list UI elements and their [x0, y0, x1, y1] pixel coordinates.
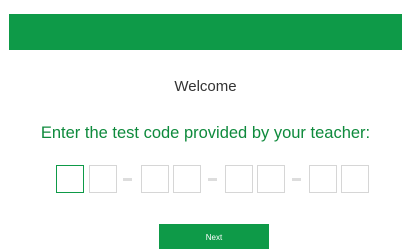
code-digit-8[interactable] — [341, 165, 369, 193]
next-button[interactable]: Next — [159, 224, 269, 249]
code-separator — [123, 178, 132, 181]
code-digit-7[interactable] — [309, 165, 337, 193]
header-bar — [9, 14, 402, 50]
code-digit-1[interactable] — [56, 165, 84, 193]
code-separator — [208, 178, 217, 181]
test-code-prompt: Enter the test code provided by your tea… — [40, 124, 371, 142]
code-digit-4[interactable] — [173, 165, 201, 193]
welcome-heading: Welcome — [174, 78, 237, 95]
code-digit-5[interactable] — [225, 165, 253, 193]
code-separator — [292, 178, 301, 181]
code-digit-6[interactable] — [257, 165, 285, 193]
code-digit-2[interactable] — [89, 165, 117, 193]
code-digit-3[interactable] — [141, 165, 169, 193]
test-code-input-group — [56, 165, 376, 193]
